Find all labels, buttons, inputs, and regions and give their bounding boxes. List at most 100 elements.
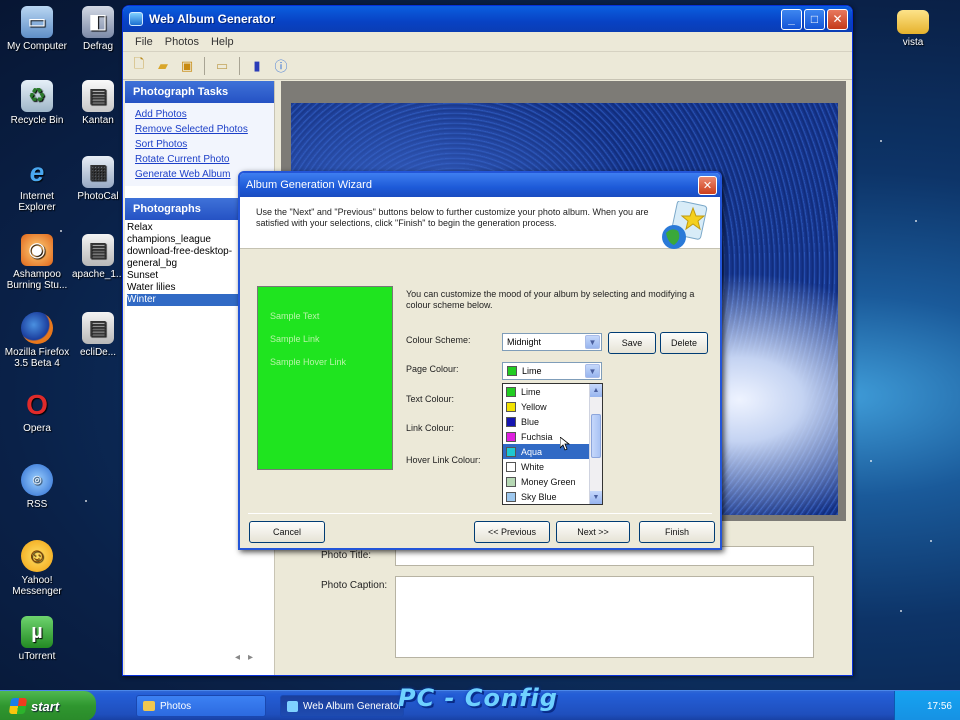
info-icon[interactable]: ⓘ	[271, 56, 291, 76]
desktop-icon-opera[interactable]: O Opera	[2, 388, 72, 434]
maximize-icon: □	[810, 12, 819, 26]
toolbar-separator	[239, 56, 240, 75]
desktop-icon-label: Recycle Bin	[10, 115, 64, 126]
wizard-title: Album Generation Wizard	[246, 179, 372, 191]
desktop-icon-label: RSS	[26, 499, 48, 510]
text-colour-label: Text Colour:	[406, 394, 455, 404]
dropdown-option[interactable]: Money Green	[503, 474, 602, 489]
preview-sample-text: Sample Text	[270, 311, 320, 321]
desktop-icon-defrag[interactable]: ◧ Defrag	[72, 6, 124, 52]
ie-icon: e	[29, 156, 45, 187]
close-icon: ✕	[702, 179, 713, 192]
dropdown-option[interactable]: Yellow	[503, 399, 602, 414]
maximize-button[interactable]: □	[804, 8, 825, 30]
page-colour-select[interactable]: Lime ▼	[502, 362, 602, 380]
scrollbar-thumb[interactable]	[591, 414, 601, 458]
desktop-icon-firefox[interactable]: Mozilla Firefox 3.5 Beta 4	[2, 312, 72, 369]
preview-sample-hover-link: Sample Hover Link	[270, 357, 347, 367]
delete-scheme-button[interactable]: Delete	[660, 332, 708, 354]
dropdown-option[interactable]: Sky Blue	[503, 489, 602, 504]
scroll-up-icon[interactable]: ▲	[590, 384, 602, 397]
desktop-icon-apache[interactable]: ▤ apache_1...	[72, 234, 124, 280]
recycle-bin-icon: ♻	[21, 80, 53, 112]
open-folder-icon[interactable]: ▰	[153, 56, 173, 76]
add-photos-icon[interactable]: ▭	[212, 56, 232, 76]
next-button[interactable]: Next >>	[556, 521, 630, 543]
photo-caption-input[interactable]	[395, 576, 814, 658]
toolbar: 🗋 ▰ ▣ ▭ ▮ ⓘ	[123, 52, 852, 80]
save-scheme-button[interactable]: Save	[608, 332, 656, 354]
desktop-icon-yahoo-messenger[interactable]: ☺ Yahoo! Messenger	[2, 540, 72, 597]
desktop-icon-label: Internet Explorer	[18, 191, 56, 213]
desktop-icon-label: uTorrent	[18, 651, 56, 662]
desktop-icon-eclide[interactable]: ▤ ecliDe...	[72, 312, 124, 358]
close-button[interactable]: ✕	[827, 8, 848, 30]
chevron-down-icon[interactable]: ▼	[585, 364, 600, 378]
desktop-icon-recycle-bin[interactable]: ♻ Recycle Bin	[2, 80, 72, 126]
taskbar-item-web-album[interactable]: Web Album Generator	[280, 695, 404, 717]
generate-icon[interactable]: ▮	[247, 56, 267, 76]
desktop-icon-rss[interactable]: ◎ RSS	[2, 464, 72, 510]
app-logo-icon	[129, 12, 143, 26]
finish-button[interactable]: Finish	[639, 521, 715, 543]
app-icon: ▤	[82, 312, 114, 344]
colour-scheme-select[interactable]: Midnight ▼	[502, 333, 602, 351]
menu-photos[interactable]: Photos	[159, 36, 205, 48]
option-label: Blue	[521, 416, 540, 427]
option-label: White	[521, 461, 545, 472]
dropdown-option[interactable]: Fuchsia	[503, 429, 602, 444]
minimize-button[interactable]: _	[781, 8, 802, 30]
option-label: Lime	[521, 386, 541, 397]
chevron-down-icon[interactable]: ▼	[585, 335, 600, 349]
wizard-titlebar[interactable]: Album Generation Wizard ✕	[240, 173, 720, 197]
previous-button[interactable]: << Previous	[474, 521, 550, 543]
start-button[interactable]: start	[0, 691, 96, 720]
scroll-down-icon[interactable]: ▼	[590, 491, 602, 504]
aqua-swatch	[506, 446, 516, 457]
desktop-icon-ashampoo[interactable]: ◉ Ashampoo Burning Stu...	[2, 234, 72, 291]
clock[interactable]: 17:56	[927, 701, 952, 712]
desktop-icon-label: Defrag	[82, 41, 113, 52]
rotate-photo-link[interactable]: Rotate Current Photo	[135, 152, 274, 167]
desktop-icon-utorrent[interactable]: µ uTorrent	[2, 616, 72, 662]
app-icon: ▤	[82, 80, 114, 112]
desktop-icon-label: PhotoCal	[77, 191, 119, 202]
dropdown-option-highlighted[interactable]: Aqua	[503, 444, 602, 459]
desktop-icon-vista[interactable]: vista	[878, 6, 948, 48]
photo-caption-label: Photo Caption:	[321, 580, 388, 591]
desktop-icon-label: ecliDe...	[79, 347, 117, 358]
menu-file[interactable]: File	[129, 36, 159, 48]
save-icon[interactable]: ▣	[177, 56, 197, 76]
app-logo-icon	[287, 700, 298, 712]
wizard-close-button[interactable]: ✕	[698, 175, 717, 195]
desktop-icon-label: Mozilla Firefox 3.5 Beta 4	[4, 347, 70, 369]
yellow-swatch	[506, 401, 516, 412]
sort-photos-link[interactable]: Sort Photos	[135, 137, 274, 152]
dropdown-scrollbar[interactable]: ▲ ▼	[589, 384, 602, 504]
dropdown-option[interactable]: Blue	[503, 414, 602, 429]
page-colour-dropdown: Lime Yellow Blue Fuchsia Aqua White Mone…	[502, 383, 603, 505]
menu-help[interactable]: Help	[205, 36, 240, 48]
page-colour-value: Lime	[522, 366, 542, 376]
panel-nav-arrows[interactable]: ◂▸	[235, 652, 261, 663]
desktop-icon-my-computer[interactable]: ▭ My Computer	[2, 6, 72, 52]
star	[85, 500, 87, 502]
computer-icon: ▭	[21, 6, 53, 38]
link-colour-label: Link Colour:	[406, 423, 455, 433]
folder-icon	[143, 701, 155, 711]
hover-link-colour-label: Hover Link Colour:	[406, 455, 481, 465]
dropdown-option[interactable]: White	[503, 459, 602, 474]
taskbar-item-label: Web Album Generator	[303, 700, 402, 712]
album-generation-wizard: Album Generation Wizard ✕ Use the "Next"…	[238, 171, 722, 550]
main-titlebar[interactable]: Web Album Generator _ □ ✕	[123, 6, 852, 32]
add-photos-link[interactable]: Add Photos	[135, 107, 274, 122]
cancel-button[interactable]: Cancel	[249, 521, 325, 543]
preview-sample-link: Sample Link	[270, 334, 320, 344]
desktop-icon-internet-explorer[interactable]: e Internet Explorer	[2, 156, 72, 214]
new-album-icon[interactable]: 🗋	[129, 56, 149, 76]
remove-photos-link[interactable]: Remove Selected Photos	[135, 122, 274, 137]
taskbar-item-photos[interactable]: Photos	[136, 695, 266, 717]
dropdown-option[interactable]: Lime	[503, 384, 602, 399]
desktop-icon-kantan[interactable]: ▤ Kantan	[72, 80, 124, 126]
desktop-icon-photocal[interactable]: ▦ PhotoCal	[72, 156, 124, 202]
